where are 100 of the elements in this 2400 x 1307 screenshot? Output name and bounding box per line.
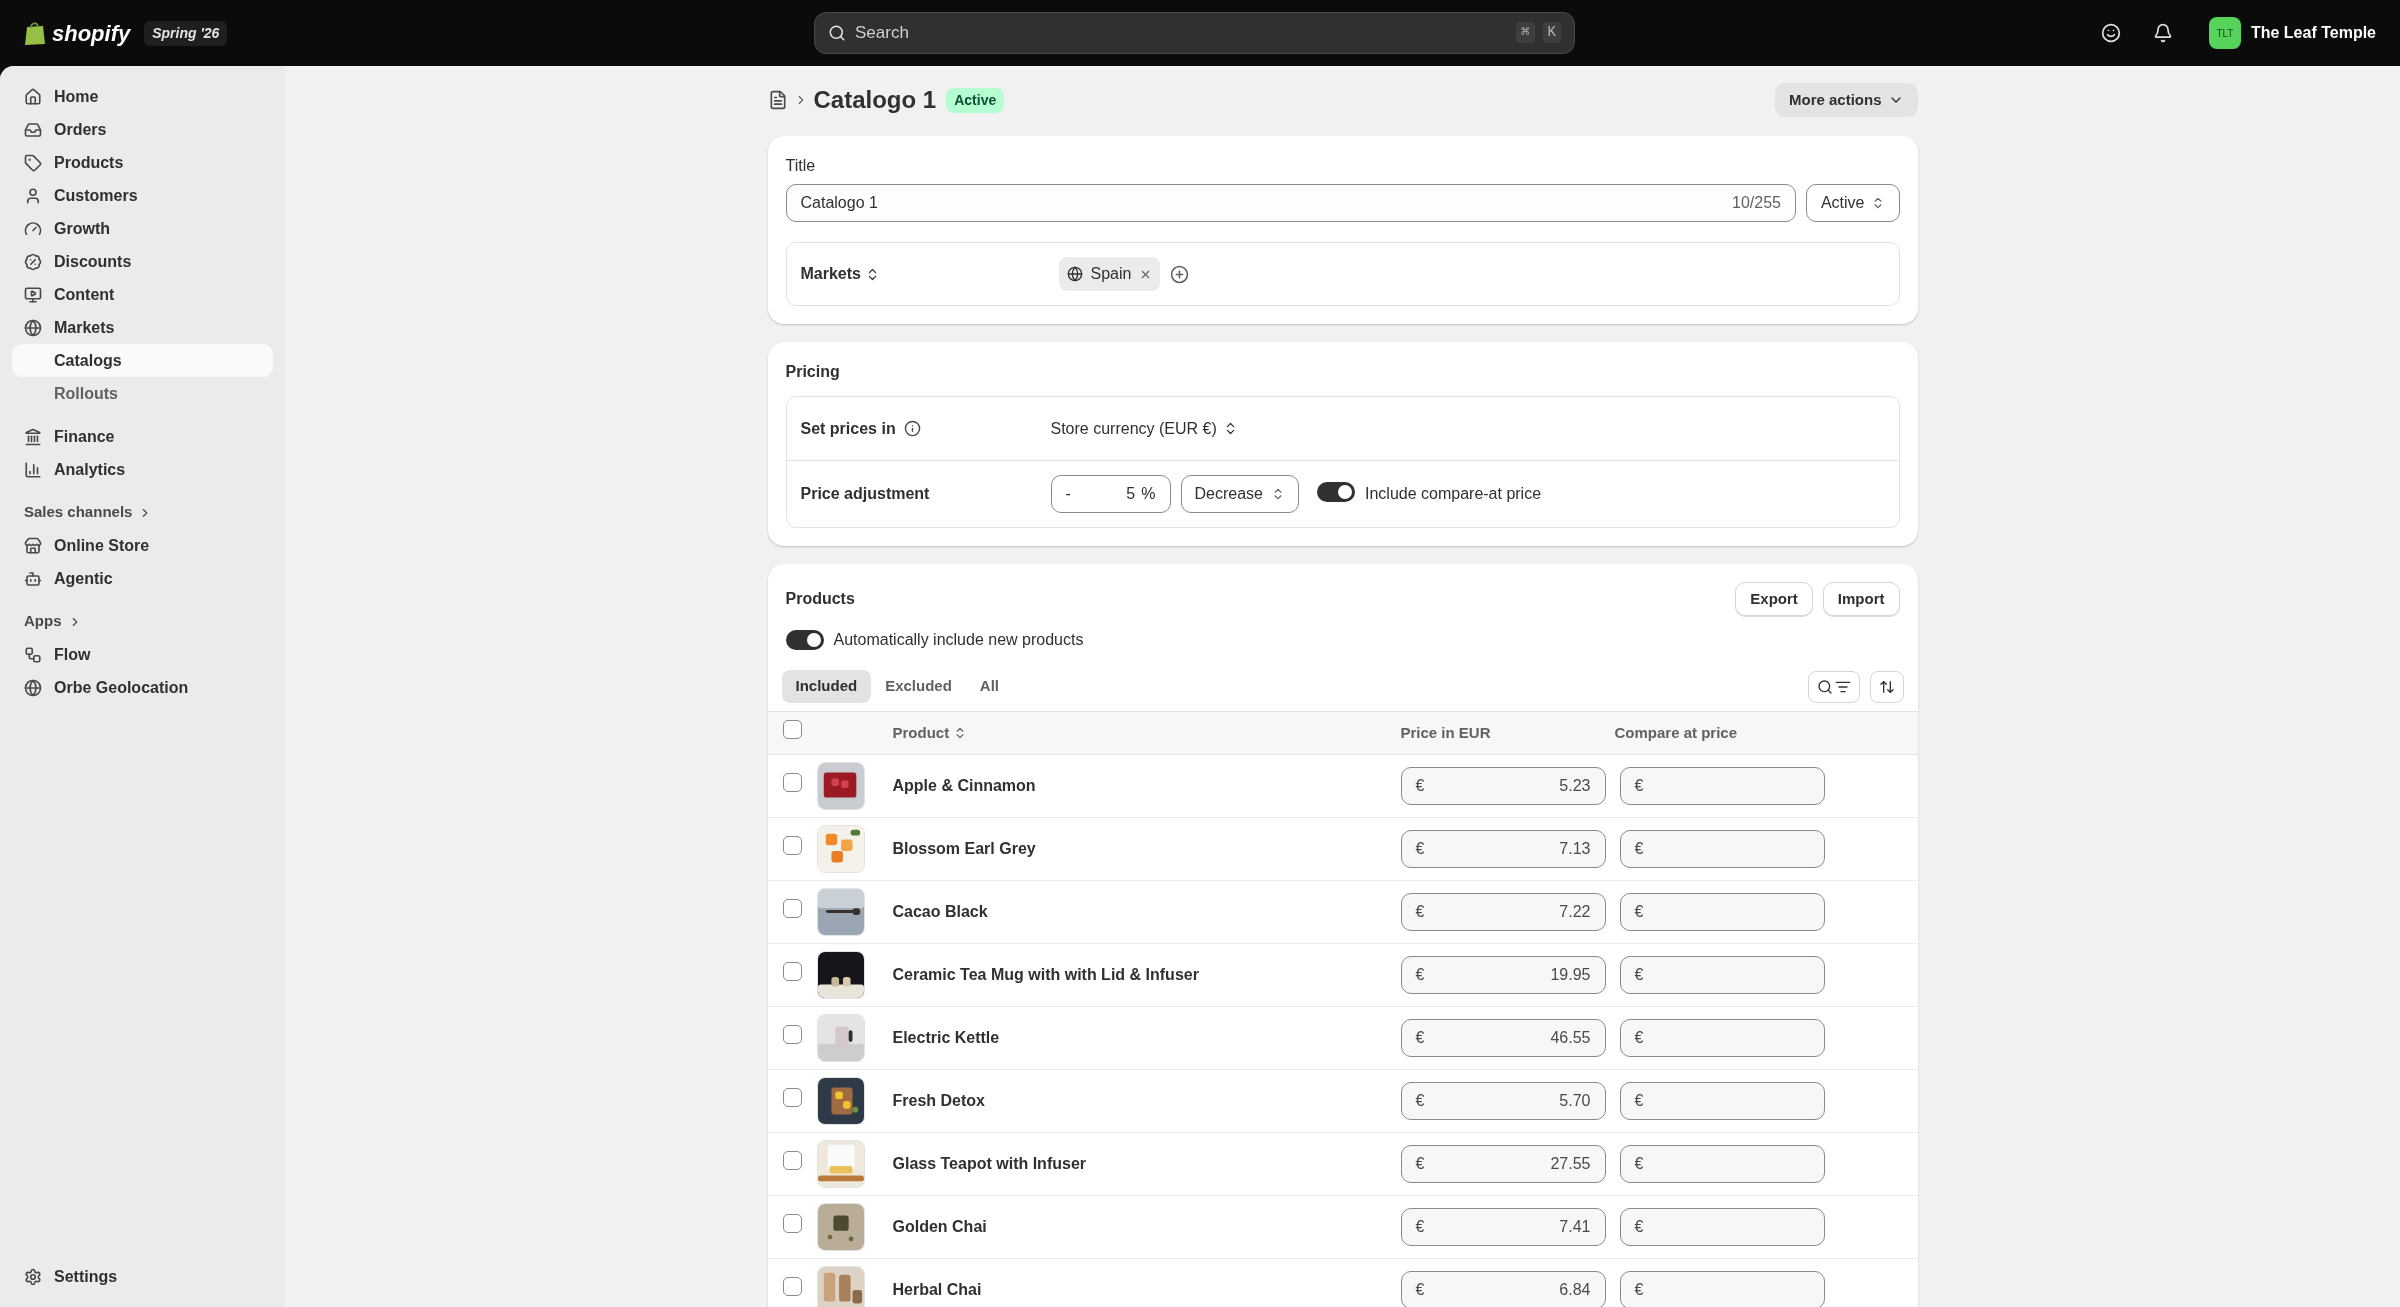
sidebar-item[interactable]: Growth [12, 212, 273, 245]
filter-tab[interactable]: Excluded [871, 670, 966, 703]
compare-price-input[interactable]: € [1619, 1271, 1825, 1307]
checkbox[interactable] [782, 1214, 802, 1233]
compare-price-input[interactable]: € [1619, 767, 1825, 805]
shopping-bag-logo-icon [24, 20, 46, 46]
info-icon[interactable] [903, 420, 921, 437]
more-actions-button[interactable]: More actions [1774, 83, 1918, 117]
globe-icon [24, 318, 42, 337]
sidebar-item[interactable]: Content [12, 278, 273, 311]
notifications-icon[interactable] [2152, 23, 2173, 43]
compare-price-input[interactable]: € [1619, 1082, 1825, 1120]
product-name[interactable]: Ceramic Tea Mug with with Lid & Infuser [892, 963, 1401, 987]
sidebar-item[interactable]: Customers [12, 179, 273, 212]
toggle-switch[interactable] [1317, 482, 1355, 502]
store-name[interactable]: The Leaf Temple [2250, 21, 2376, 45]
status-badge: Active [946, 87, 1005, 113]
compare-at-label: Include compare-at price [1365, 484, 1542, 504]
sidebar-item[interactable]: Finance [12, 420, 273, 453]
price-input[interactable]: € 7.22 [1400, 893, 1606, 931]
shortcut-key: ⌘ [1516, 22, 1535, 43]
compare-price-input[interactable]: € [1619, 830, 1825, 868]
nodes-icon [24, 645, 42, 664]
product-name[interactable]: Apple & Cinnamon [892, 774, 1401, 798]
toggle-switch[interactable] [785, 630, 824, 650]
person-icon [24, 186, 42, 205]
product-name[interactable]: Cacao Black [892, 900, 1401, 924]
gauge-icon [24, 219, 42, 238]
direction-select[interactable]: Decrease [1180, 475, 1299, 513]
price-input[interactable]: € 7.13 [1400, 830, 1606, 868]
sidebar-item[interactable]: Products [12, 146, 273, 179]
sidebar-item[interactable]: Analytics [12, 453, 273, 486]
compare-price-input[interactable]: € [1619, 956, 1825, 994]
column-header: Compare at price [1614, 722, 1738, 743]
sidebar-item[interactable]: Agentic [12, 562, 273, 595]
checkbox[interactable] [782, 962, 802, 981]
product-name[interactable]: Fresh Detox [892, 1089, 1401, 1113]
checkbox[interactable] [782, 1151, 802, 1170]
sidebar-section-heading[interactable]: Apps [12, 605, 273, 638]
sidebar-item[interactable]: Rollouts [12, 377, 273, 410]
sidebar-item[interactable]: Catalogs [12, 344, 273, 377]
compare-price-input[interactable]: € [1619, 1019, 1825, 1057]
checkbox[interactable] [782, 836, 802, 855]
store-avatar[interactable]: TLT [2208, 17, 2241, 49]
price-input[interactable]: € 5.23 [1400, 767, 1606, 805]
assistant-icon[interactable] [2100, 23, 2121, 43]
adjustment-label: Price adjustment [800, 484, 931, 504]
filter-tab[interactable]: Included [781, 670, 872, 703]
brand-logo[interactable]: shopify [52, 16, 131, 50]
checkbox[interactable] [782, 899, 802, 918]
add-market-icon[interactable] [1170, 264, 1190, 284]
price-input[interactable]: € 46.55 [1400, 1019, 1606, 1057]
compare-price-input[interactable]: € [1619, 1145, 1825, 1183]
price-input[interactable]: € 6.84 [1400, 1271, 1606, 1307]
sidebar-item[interactable]: Discounts [12, 245, 273, 278]
markets-sort-button[interactable]: Markets [800, 262, 1059, 286]
sidebar-section-heading[interactable]: Sales channels [12, 496, 273, 529]
sort-button[interactable] [1869, 670, 1904, 703]
sidebar-item[interactable]: Online Store [12, 529, 273, 562]
product-column-header[interactable]: Product [892, 721, 1401, 745]
sort-icon [1878, 678, 1895, 695]
monitor-icon [24, 285, 42, 304]
globe-icon [24, 678, 42, 697]
compare-price-input[interactable]: € [1619, 893, 1825, 931]
sidebar-item[interactable]: Flow [12, 638, 273, 671]
toolbar-button[interactable]: Import [1822, 582, 1900, 616]
adjustment-input[interactable]: - 5 % [1050, 475, 1171, 513]
search-filter-button[interactable] [1807, 670, 1860, 703]
price-input[interactable]: € 19.95 [1400, 956, 1606, 994]
checkbox[interactable] [782, 1277, 802, 1296]
price-input[interactable]: € 7.41 [1400, 1208, 1606, 1246]
sidebar-item[interactable]: Home [12, 80, 273, 113]
currency-select[interactable]: Store currency (EUR €) [1050, 416, 1238, 441]
toolbar-button[interactable]: Export [1735, 582, 1813, 616]
compare-price-input[interactable]: € [1619, 1208, 1825, 1246]
checkbox[interactable] [782, 773, 802, 792]
checkbox[interactable] [782, 1025, 802, 1044]
checkbox[interactable] [782, 1088, 802, 1107]
product-name[interactable]: Herbal Chai [892, 1278, 1401, 1302]
product-name[interactable]: Electric Kettle [892, 1026, 1401, 1050]
market-chip[interactable]: Spain [1058, 257, 1161, 291]
settings-icon [24, 1267, 42, 1286]
filter-tab[interactable]: All [965, 670, 1014, 703]
pricing-heading: Pricing [785, 362, 841, 382]
home-icon [24, 87, 42, 106]
sidebar-item[interactable]: Orders [12, 113, 273, 146]
price-input[interactable]: € 5.70 [1400, 1082, 1606, 1120]
price-input[interactable]: € 27.55 [1400, 1145, 1606, 1183]
status-select[interactable]: Active [1805, 184, 1900, 222]
product-name[interactable]: Glass Teapot with Infuser [892, 1152, 1401, 1176]
checkbox[interactable] [782, 720, 802, 740]
product-name[interactable]: Golden Chai [892, 1215, 1401, 1239]
store-icon [24, 536, 42, 555]
product-name[interactable]: Blossom Earl Grey [892, 837, 1401, 861]
sidebar-item[interactable]: Settings [12, 1260, 273, 1293]
currency-label: Set prices in [800, 418, 896, 439]
sidebar-item[interactable]: Markets [12, 311, 273, 344]
percent-badge-icon [24, 252, 42, 271]
title-input[interactable]: Catalogo 1 10/255 [785, 184, 1796, 222]
sidebar-item[interactable]: Orbe Geolocation [12, 671, 273, 704]
